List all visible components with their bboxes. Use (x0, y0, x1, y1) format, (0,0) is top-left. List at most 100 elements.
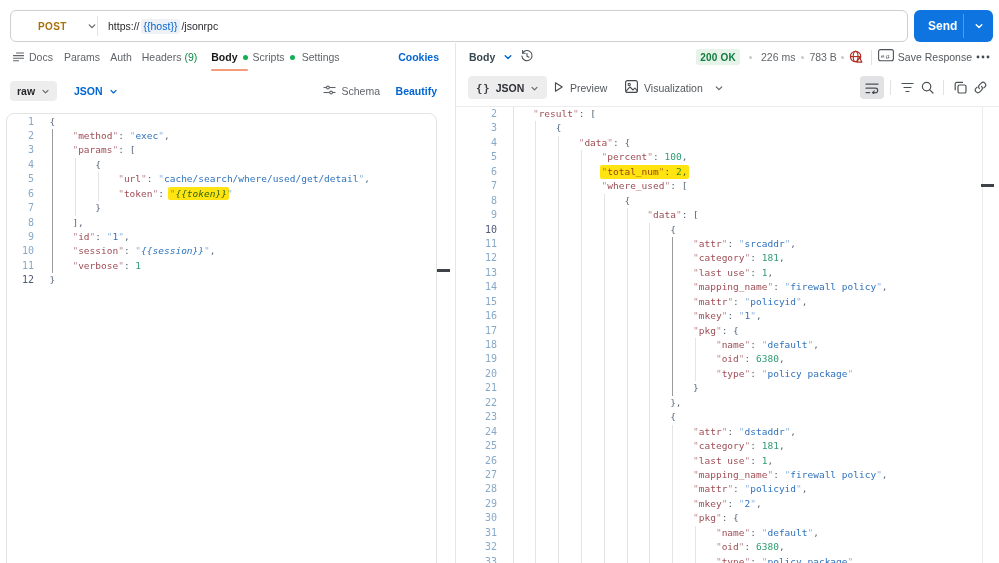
indent-guide (627, 295, 628, 309)
indent-guide (604, 468, 605, 482)
response-body-editor[interactable]: 1234567891011121314151617181920212223242… (456, 107, 999, 563)
indent-guide (535, 555, 536, 563)
indent-guide (535, 482, 536, 496)
tab-settings[interactable]: Settings (302, 43, 340, 71)
indent-guide (649, 381, 650, 395)
indent-guide (535, 338, 536, 352)
indent-guide (535, 468, 536, 482)
indent-guide (627, 338, 628, 352)
indent-guide (672, 251, 673, 265)
indent-guide (627, 223, 628, 237)
indent-guide (649, 223, 650, 237)
indent-guide (672, 526, 673, 540)
url-field[interactable]: https:// {{host}} /jsonrpc (108, 19, 218, 34)
wrap-text-icon[interactable] (860, 76, 884, 99)
indent-guide (75, 187, 76, 201)
indent-guide (604, 208, 605, 222)
response-view-selector[interactable]: Body (469, 47, 513, 67)
indent-guide (535, 511, 536, 525)
indent-guide (513, 555, 514, 563)
chevron-down-icon (503, 48, 513, 66)
divider (871, 50, 872, 65)
indent-guide (627, 497, 628, 511)
method-label: POST (38, 21, 67, 32)
response-view-label: Body (469, 51, 495, 63)
code-area[interactable]: { "method": "exec", "params": [ { "url":… (50, 114, 370, 288)
indent-guide (558, 410, 559, 424)
request-tabs: Docs Params Auth Headers(9) BodyScriptsSetti… (0, 43, 455, 71)
link-icon[interactable] (970, 76, 990, 99)
indent-guide (627, 396, 628, 410)
indent-guide (649, 540, 650, 554)
tab-docs[interactable]: Docs (13, 43, 53, 71)
indent-guide (513, 295, 514, 309)
indent-guide (535, 280, 536, 294)
save-response-button[interactable]: e.g. Save Response (878, 48, 972, 66)
tab-auth[interactable]: Auth (110, 43, 132, 71)
line-number: 13 (456, 266, 497, 280)
tab-headers[interactable]: Headers(9) (142, 43, 198, 71)
indent-guide (558, 555, 559, 563)
indent-guide (604, 223, 605, 237)
indent-guide (672, 555, 673, 563)
code-line: { (510, 121, 888, 135)
indent-guide (695, 352, 696, 366)
indent-guide (558, 208, 559, 222)
indent-guide (513, 410, 514, 424)
indent-guide (604, 511, 605, 525)
visualization-button[interactable]: Visualization (625, 76, 703, 99)
indent-guide (672, 280, 673, 294)
indent-guide (558, 454, 559, 468)
preview-button[interactable]: Preview (553, 76, 607, 99)
url-host-variable[interactable]: {{host}} (141, 19, 181, 34)
tab-scripts[interactable]: Scripts (253, 43, 295, 71)
filter-icon[interactable] (897, 76, 917, 99)
indent-guide (513, 381, 514, 395)
indent-guide (558, 468, 559, 482)
indent-guide (649, 425, 650, 439)
send-options-button[interactable] (964, 10, 993, 42)
response-toolbar: {} JSON Preview (456, 71, 999, 107)
indent-guide (627, 237, 628, 251)
indent-guide (604, 338, 605, 352)
line-number: 29 (456, 497, 497, 511)
body-format-selector[interactable]: raw (10, 81, 57, 101)
code-area[interactable]: { "result": [ { "data": { "percent": 100… (510, 107, 888, 563)
request-body-editor[interactable]: 123456789101112{ "method": "exec", "para… (6, 113, 437, 563)
indent-guide (627, 468, 628, 482)
indent-guide (558, 295, 559, 309)
indent-guide (604, 251, 605, 265)
indent-guide (627, 526, 628, 540)
language-selector[interactable]: JSON (74, 81, 118, 101)
response-format-selector[interactable]: {} JSON (468, 76, 547, 99)
schema-button[interactable]: Schema (323, 81, 380, 101)
copy-icon[interactable] (950, 76, 970, 99)
tab-body[interactable]: Body (211, 43, 247, 71)
pane-split-handle[interactable] (437, 269, 450, 272)
indent-guide (558, 367, 559, 381)
indent-guide (627, 439, 628, 453)
network-warning-icon[interactable] (849, 50, 863, 64)
chevron-down-icon[interactable] (714, 76, 724, 99)
beautify-button[interactable]: Beautify (396, 81, 437, 101)
url-input[interactable]: POST https:// {{host}} /jsonrpc (10, 10, 908, 42)
docs-icon (13, 52, 24, 62)
indent-guide (627, 511, 628, 525)
indent-guide (52, 216, 53, 230)
line-number: 5 (7, 172, 34, 186)
method-selector[interactable]: POST (11, 11, 97, 41)
cookies-link[interactable]: Cookies (398, 43, 439, 71)
line-number: 33 (456, 555, 497, 563)
tab-params[interactable]: Params (64, 43, 100, 71)
indent-guide (604, 295, 605, 309)
send-button[interactable]: Send (914, 10, 993, 42)
indent-guide (52, 129, 53, 143)
search-icon[interactable] (917, 76, 937, 99)
history-icon[interactable] (520, 49, 534, 67)
more-options-icon[interactable] (976, 55, 990, 59)
indent-guide (649, 396, 650, 410)
line-number: 31 (456, 526, 497, 540)
indent-guide (604, 280, 605, 294)
indent-guide (535, 223, 536, 237)
scrollbar-track[interactable] (982, 107, 983, 563)
